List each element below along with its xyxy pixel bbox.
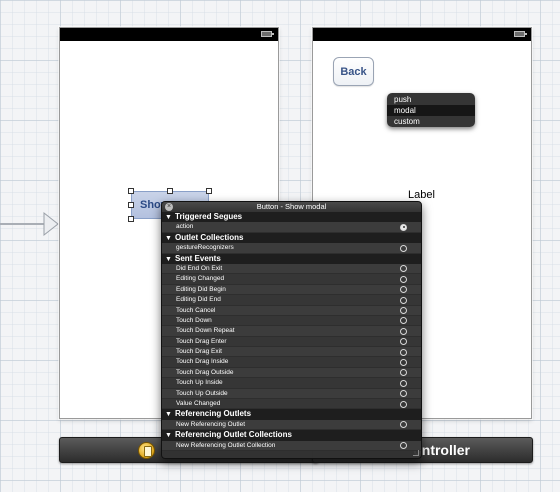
battery-icon xyxy=(261,31,274,37)
connection-circle-icon[interactable] xyxy=(400,348,407,356)
connection-circle-icon[interactable] xyxy=(400,442,407,450)
connection-label: gestureRecognizers xyxy=(176,244,234,252)
connection-row-touch-up-inside[interactable]: Touch Up Inside xyxy=(162,378,421,389)
resize-handle[interactable] xyxy=(206,188,212,194)
connection-row-touch-drag-inside[interactable]: Touch Drag Inside xyxy=(162,357,421,368)
connection-circle-icon[interactable] xyxy=(400,286,407,294)
label[interactable]: Label xyxy=(408,189,435,201)
connection-circle-icon[interactable] xyxy=(400,296,407,304)
initial-scene-arrow-icon xyxy=(0,211,59,237)
connection-circle-icon[interactable] xyxy=(400,390,407,398)
connection-row-gesturerecognizers[interactable]: gestureRecognizers xyxy=(162,243,421,254)
connection-row-touch-drag-enter[interactable]: Touch Drag Enter xyxy=(162,336,421,348)
connection-circle-icon[interactable] xyxy=(400,317,407,325)
connection-row-did-end-on-exit[interactable]: Did End On Exit xyxy=(162,263,421,275)
connections-inspector-panel[interactable]: × Button - Show modal ▼ Triggered Segues a… xyxy=(161,201,422,459)
connection-row-value-changed[interactable]: Value Changed xyxy=(162,399,421,410)
section-rows: New Referencing Outlet Collection xyxy=(162,440,421,451)
segue-option-modal[interactable]: modal xyxy=(387,105,475,116)
connection-label: Value Changed xyxy=(176,400,221,408)
battery-icon xyxy=(514,31,527,37)
connection-row-touch-down[interactable]: Touch Down xyxy=(162,315,421,327)
connection-row-editing-did-end[interactable]: Editing Did End xyxy=(162,295,421,306)
connection-label: action xyxy=(176,223,194,231)
connection-circle-icon[interactable] xyxy=(400,244,407,252)
section-header-outlet-collections[interactable]: ▼ Outlet Collections xyxy=(162,232,421,244)
segue-type-menu[interactable]: push modal custom xyxy=(387,93,475,127)
connection-circle-icon[interactable] xyxy=(400,307,407,315)
inspector-body: ▼ Triggered Segues action ▼ Outlet Collectio… xyxy=(162,212,421,451)
section-title: Triggered Segues xyxy=(175,212,243,221)
resize-handle[interactable] xyxy=(128,188,134,194)
connection-circle-icon[interactable] xyxy=(400,400,407,408)
connection-label: Touch Drag Outside xyxy=(176,368,234,376)
connection-label: Touch Up Inside xyxy=(176,379,223,387)
connection-row-touch-up-outside[interactable]: Touch Up Outside xyxy=(162,388,421,400)
connection-circle-icon[interactable] xyxy=(400,327,407,335)
connection-row-action[interactable]: action xyxy=(162,222,421,233)
connection-label: Touch Drag Inside xyxy=(176,358,229,366)
connection-row-touch-down-repeat[interactable]: Touch Down Repeat xyxy=(162,326,421,337)
section-header-triggered-segues[interactable]: ▼ Triggered Segues xyxy=(162,212,421,223)
view-controller-icon[interactable] xyxy=(138,442,155,459)
connection-row-touch-drag-outside[interactable]: Touch Drag Outside xyxy=(162,367,421,379)
section-header-referencing-outlet-collections[interactable]: ▼ Referencing Outlet Collections xyxy=(162,430,421,441)
close-icon[interactable]: × xyxy=(165,203,173,211)
connection-circle-icon[interactable] xyxy=(400,358,407,366)
section-rows: New Referencing Outlet xyxy=(162,419,421,431)
connection-circle-icon[interactable] xyxy=(400,379,407,387)
connection-circle-icon[interactable] xyxy=(400,369,407,377)
connection-row-touch-cancel[interactable]: Touch Cancel xyxy=(162,305,421,316)
segue-option-push[interactable]: push xyxy=(387,94,475,105)
connection-circle-icon[interactable] xyxy=(400,338,407,346)
connection-circle-icon[interactable] xyxy=(400,265,407,273)
resize-handle[interactable] xyxy=(128,216,134,222)
connection-label: Editing Changed xyxy=(176,275,225,283)
back-button[interactable]: Back xyxy=(333,57,374,86)
connection-label: Touch Down Repeat xyxy=(176,327,235,335)
connection-row-new-referencing-outlet[interactable]: New Referencing Outlet xyxy=(162,419,421,431)
connection-label: Editing Did End xyxy=(176,296,221,304)
inspector-title-bar[interactable]: × Button - Show modal xyxy=(162,202,421,212)
section-title: Referencing Outlet Collections xyxy=(175,430,292,440)
connection-label: Touch Drag Exit xyxy=(176,348,222,356)
resize-handle[interactable] xyxy=(128,202,134,208)
connection-row-editing-changed[interactable]: Editing Changed xyxy=(162,274,421,285)
segue-option-custom[interactable]: custom xyxy=(387,116,475,127)
section-title: Referencing Outlets xyxy=(175,409,252,419)
connection-row-new-referencing-outlet-collection[interactable]: New Referencing Outlet Collection xyxy=(162,440,421,451)
inspector-title: Button - Show modal xyxy=(256,202,327,211)
connection-label: Touch Drag Enter xyxy=(176,337,227,345)
section-rows: action xyxy=(162,222,421,233)
connection-label: New Referencing Outlet xyxy=(176,420,246,428)
connection-label: Touch Cancel xyxy=(176,306,216,314)
section-header-referencing-outlets[interactable]: ▼ Referencing Outlets xyxy=(162,409,421,420)
connection-circle-icon[interactable] xyxy=(400,421,407,429)
section-title: Outlet Collections xyxy=(175,232,244,242)
connected-circle-icon[interactable] xyxy=(400,223,407,231)
section-title: Sent Events xyxy=(175,253,221,263)
connection-row-touch-drag-exit[interactable]: Touch Drag Exit xyxy=(162,347,421,358)
section-rows: gestureRecognizers xyxy=(162,243,421,254)
connection-label: Did End On Exit xyxy=(176,264,223,272)
connection-label: Touch Down xyxy=(176,316,212,324)
connection-circle-icon[interactable] xyxy=(400,275,407,283)
connection-row-editing-did-begin[interactable]: Editing Did Begin xyxy=(162,284,421,296)
resize-grip-icon[interactable] xyxy=(413,450,419,456)
status-bar xyxy=(313,28,531,41)
connection-label: Editing Did Begin xyxy=(176,285,226,293)
status-bar xyxy=(60,28,278,41)
connection-label: New Referencing Outlet Collection xyxy=(176,441,276,449)
section-header-sent-events[interactable]: ▼ Sent Events xyxy=(162,253,421,264)
section-rows: Did End On Exit Editing Changed Editing Di… xyxy=(162,263,421,410)
resize-handle[interactable] xyxy=(167,188,173,194)
connection-label: Touch Up Outside xyxy=(176,389,228,397)
